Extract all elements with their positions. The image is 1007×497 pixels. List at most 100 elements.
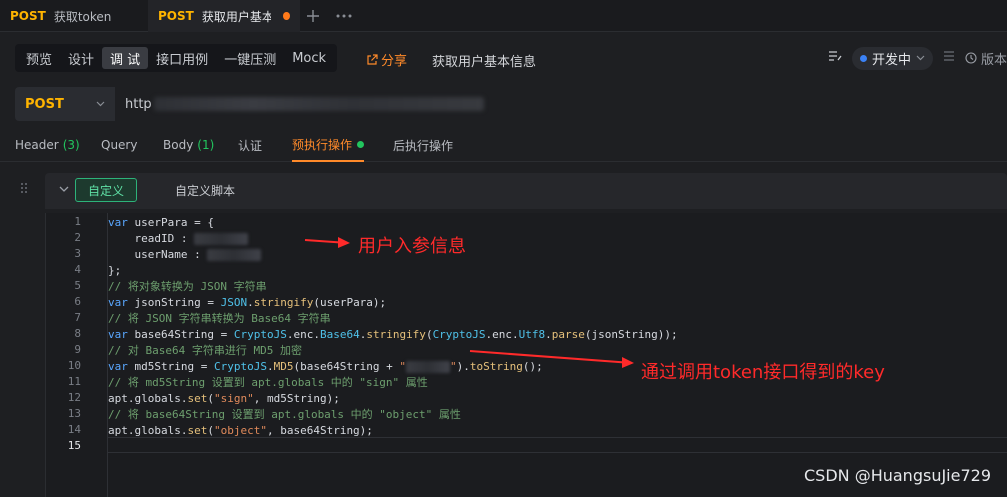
- code-token: };: [108, 264, 122, 277]
- line-number: 10: [67, 359, 81, 372]
- line-number: 7: [74, 311, 81, 324]
- status-dropdown[interactable]: 开发中: [851, 46, 933, 70]
- code-token: JSON: [220, 296, 248, 309]
- redacted-value: [194, 233, 249, 245]
- tab-post-script[interactable]: 后执行操作: [393, 128, 453, 162]
- code-token: set: [187, 392, 208, 405]
- edit-notes-icon[interactable]: [828, 50, 842, 66]
- code-line: apt.globals.set("sign", md5String);: [108, 391, 340, 407]
- list-icon[interactable]: [943, 50, 955, 66]
- code-token: (: [207, 392, 214, 405]
- mode-test-cases[interactable]: 接口用例: [148, 47, 216, 69]
- chevron-down-icon[interactable]: [59, 183, 69, 196]
- mode-mock[interactable]: Mock: [284, 47, 334, 69]
- code-token: // 将 JSON 字符串转换为 Base64 字符串: [108, 312, 331, 325]
- code-token: readID :: [108, 232, 195, 245]
- code-line: var userPara = {: [108, 215, 214, 231]
- code-editor[interactable]: 1 2 3 4 5 6 7 8 9 10 11 12 13 14 15 var userPara = { r…: [45, 213, 1007, 497]
- tab-label: 后执行操作: [393, 138, 454, 153]
- custom-script-button[interactable]: 自定义: [75, 178, 138, 202]
- tab-label: 预执行操作: [292, 137, 353, 152]
- code-token: var: [108, 216, 128, 229]
- code-token: ": [450, 360, 457, 373]
- code-token: (: [207, 424, 214, 437]
- mode-preview[interactable]: 预览: [18, 47, 60, 69]
- method-select[interactable]: POST: [15, 87, 115, 121]
- code-line: readID :: [108, 231, 249, 247]
- api-name[interactable]: 获取用户基本信息: [432, 51, 536, 70]
- more-icon[interactable]: [336, 0, 352, 32]
- code-token: .enc.: [286, 328, 320, 341]
- code-line: var md5String = CryptoJS.MD5(base64Strin…: [108, 359, 543, 375]
- code-token: // 将对象转换为 JSON 字符串: [108, 280, 267, 293]
- code-token: (base64String +: [293, 360, 400, 373]
- mode-toolbar: 预览 设计 调 试 接口用例 一键压测 Mock 分享 获取用户基本信息 开发中…: [0, 40, 1007, 76]
- redacted-value: [406, 361, 451, 373]
- tab-title: 获取用户基本信: [201, 9, 272, 24]
- current-line-highlight: [108, 437, 1007, 453]
- code-token: , base64String);: [266, 424, 373, 437]
- drag-handle-icon[interactable]: [20, 182, 28, 198]
- code-line: // 将 md5String 设置到 apt.globals 中的 "sign"…: [108, 375, 428, 391]
- method-tag: POST: [158, 9, 194, 23]
- tab-label: 认证: [238, 138, 263, 153]
- mode-stress-test[interactable]: 一键压测: [216, 47, 284, 69]
- line-number: 2: [74, 231, 81, 244]
- tab-query[interactable]: Query: [101, 128, 137, 162]
- code-token: (userPara);: [313, 296, 387, 309]
- code-token: stringify: [366, 328, 426, 341]
- code-area[interactable]: var userPara = { readID : userName : }; /…: [108, 213, 1007, 497]
- code-token: apt.globals.: [108, 392, 188, 405]
- url-input[interactable]: http: [115, 87, 1007, 121]
- tab-label: Query: [101, 138, 138, 152]
- code-token: , md5String);: [253, 392, 340, 405]
- line-number: 15: [67, 439, 81, 452]
- tab-auth[interactable]: 认证: [238, 128, 262, 162]
- chevron-down-icon: [916, 53, 925, 64]
- code-line: apt.globals.set("object", base64String);: [108, 423, 373, 439]
- mode-design[interactable]: 设计: [60, 47, 102, 69]
- line-number: 1: [74, 215, 81, 228]
- code-token: // 将 base64String 设置到 apt.globals 中的 "ob…: [108, 408, 461, 421]
- line-number: 4: [74, 263, 81, 276]
- right-tools: 开发中 版本: [828, 46, 1007, 70]
- tab-count: (1): [197, 138, 215, 152]
- script-panel-header: 自定义 自定义脚本: [45, 173, 1007, 209]
- tab-pre-script[interactable]: 预执行操作: [292, 128, 365, 162]
- code-token: parse: [551, 328, 585, 341]
- share-icon: [367, 53, 378, 65]
- redacted-value: [207, 249, 262, 261]
- tab-header[interactable]: Header (3): [15, 128, 80, 162]
- plus-icon[interactable]: [306, 0, 320, 32]
- mode-segmented-control: 预览 设计 调 试 接口用例 一键压测 Mock: [15, 44, 338, 72]
- version-label: 版本: [980, 52, 1007, 68]
- tab-label: Header: [15, 138, 59, 152]
- line-number: 5: [74, 279, 81, 292]
- request-tab-get-token[interactable]: POST 获取token: [0, 0, 148, 32]
- code-line: var base64String = CryptoJS.enc.Base64.s…: [108, 327, 678, 343]
- code-token: ();: [522, 360, 543, 373]
- tab-body[interactable]: Body (1): [163, 128, 214, 162]
- annotation-token-key: 通过调用token接口得到的key: [641, 362, 885, 383]
- share-button[interactable]: 分享: [366, 50, 407, 69]
- share-label: 分享: [381, 54, 408, 69]
- code-line: };: [108, 263, 121, 279]
- version-button[interactable]: 版本: [965, 49, 1007, 68]
- chevron-down-icon: [96, 99, 105, 110]
- request-tab-get-user-info[interactable]: POST 获取用户基本信: [148, 0, 300, 32]
- line-number: 6: [74, 295, 81, 308]
- code-token: CryptoJS: [213, 360, 267, 373]
- watermark: CSDN @HuangsuJie729: [804, 466, 991, 485]
- line-number: 3: [74, 247, 81, 260]
- tab-count: (3): [62, 138, 80, 152]
- code-token: // 将 md5String 设置到 apt.globals 中的 "sign"…: [108, 376, 428, 389]
- code-line: // 对 Base64 字符串进行 MD5 加密: [108, 343, 302, 359]
- url-text: http: [125, 96, 152, 112]
- annotation-user-params: 用户入参信息: [358, 236, 466, 257]
- line-number: 8: [74, 327, 81, 340]
- mode-debug[interactable]: 调 试: [102, 47, 149, 69]
- code-line: // 将 base64String 设置到 apt.globals 中的 "ob…: [108, 407, 461, 423]
- code-token: stringify: [253, 296, 314, 309]
- code-token: .: [247, 296, 254, 309]
- redacted-url: [153, 97, 484, 111]
